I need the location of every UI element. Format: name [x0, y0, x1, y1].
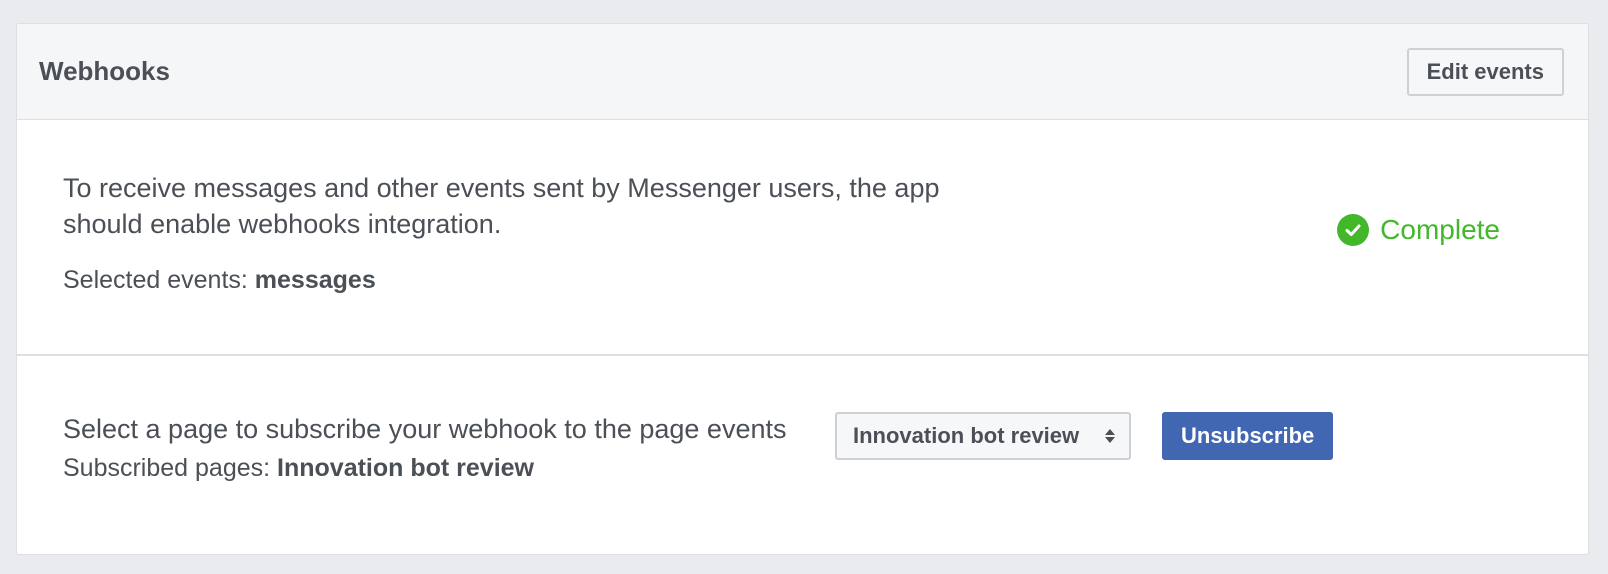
panel-header: Webhooks Edit events	[17, 24, 1588, 120]
status-indicator: Complete	[1337, 214, 1500, 246]
unsubscribe-button[interactable]: Unsubscribe	[1162, 412, 1334, 460]
page-select[interactable]: Innovation bot review	[835, 412, 1131, 460]
subscribed-pages: Subscribed pages: Innovation bot review	[63, 454, 835, 483]
sort-arrows-icon	[1105, 429, 1115, 443]
subscription-instruction: Select a page to subscribe your webhook …	[63, 414, 787, 444]
subscribed-pages-label: Subscribed pages:	[63, 454, 278, 482]
webhooks-integration-section: To receive messages and other events sen…	[17, 120, 1588, 356]
selected-events: Selected events: messages	[63, 266, 1542, 295]
edit-events-button[interactable]: Edit events	[1406, 47, 1564, 96]
subscribed-pages-value: Innovation bot review	[277, 454, 535, 482]
subscription-text: Select a page to subscribe your webhook …	[63, 412, 835, 483]
page-subscription-section: Select a page to subscribe your webhook …	[17, 356, 1588, 554]
status-text: Complete	[1380, 214, 1500, 245]
check-circle-icon	[1337, 214, 1370, 246]
webhooks-panel: Webhooks Edit events To receive messages…	[16, 23, 1589, 555]
selected-events-value: messages	[254, 266, 376, 294]
panel-title: Webhooks	[39, 56, 170, 86]
selected-events-label: Selected events:	[63, 266, 255, 294]
integration-description: To receive messages and other events sen…	[63, 173, 940, 239]
subscription-row: Select a page to subscribe your webhook …	[63, 412, 1542, 483]
page-select-value: Innovation bot review	[853, 423, 1080, 448]
